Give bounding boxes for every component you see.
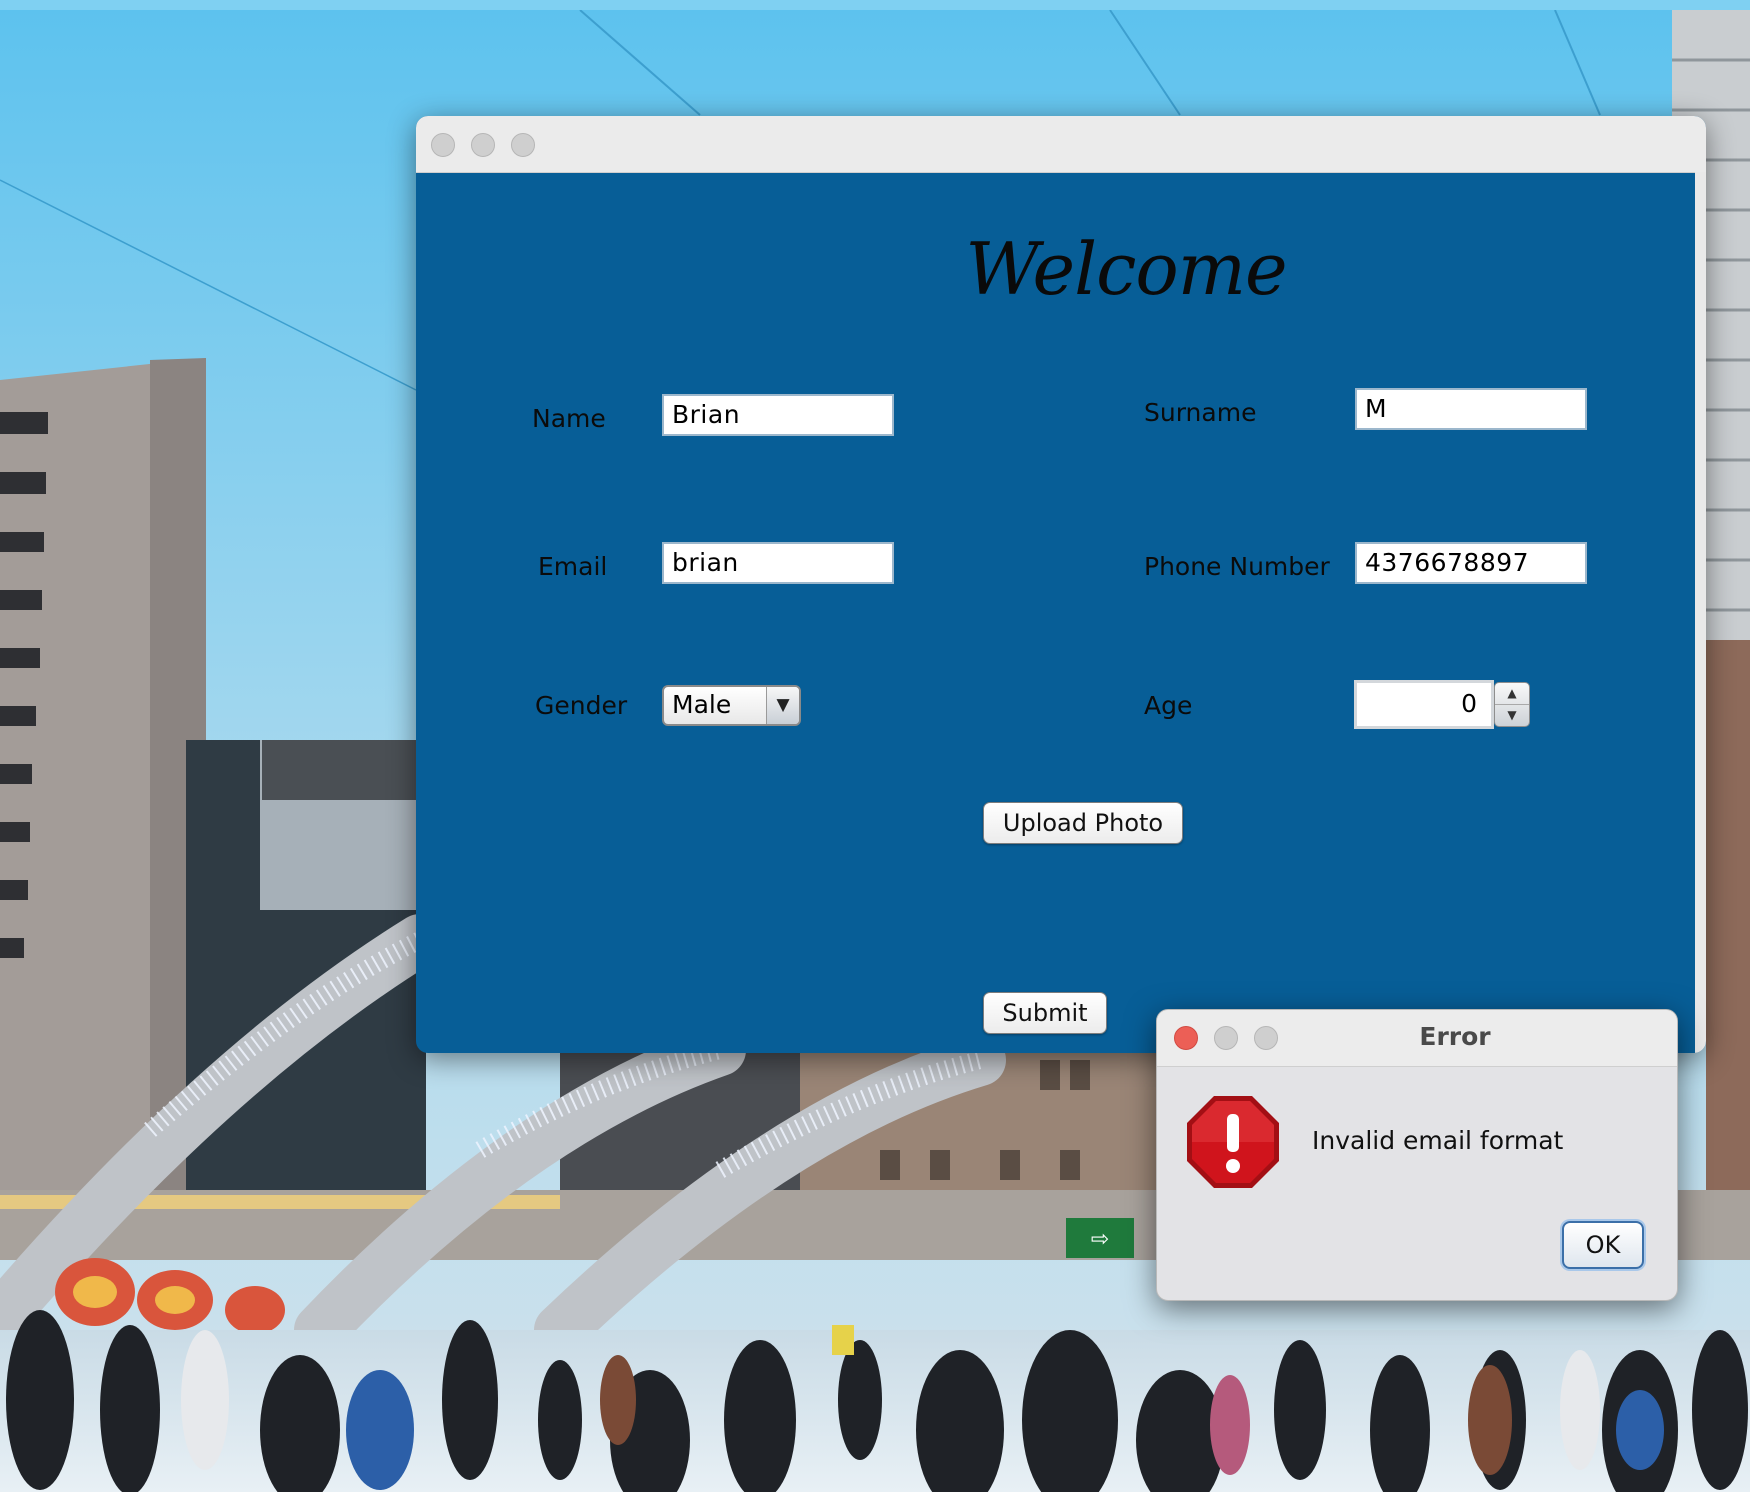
menu-bar-strip — [0, 0, 1750, 10]
dialog-titlebar[interactable]: Error — [1157, 1010, 1677, 1067]
svg-text:⇨: ⇨ — [1091, 1227, 1109, 1252]
window-titlebar[interactable] — [416, 116, 1706, 173]
error-dialog: Error Invalid email format OK — [1156, 1009, 1678, 1301]
surname-input[interactable]: M — [1355, 388, 1587, 430]
registration-window: Welcome Name Brian Surname M Email brian… — [416, 116, 1706, 1053]
name-input[interactable]: Brian — [662, 394, 894, 436]
age-spinner-buttons: ▲ ▼ — [1494, 682, 1530, 727]
dialog-title: Error — [1419, 1022, 1491, 1051]
name-label: Name — [532, 404, 606, 433]
surname-label: Surname — [1144, 398, 1257, 427]
gender-label: Gender — [535, 691, 628, 720]
submit-button[interactable]: Submit — [983, 992, 1107, 1034]
gender-selected-value: Male — [672, 690, 732, 719]
error-message: Invalid email format — [1312, 1126, 1564, 1155]
phone-number-input[interactable]: 4376678897 — [1355, 542, 1587, 584]
spinner-down-icon[interactable]: ▼ — [1495, 705, 1529, 726]
email-label: Email — [538, 552, 608, 581]
welcome-heading: Welcome — [965, 227, 1287, 311]
age-spinner-input[interactable]: 0 — [1354, 680, 1494, 729]
dropdown-arrow-icon[interactable]: ▼ — [766, 687, 799, 724]
email-input[interactable]: brian — [662, 542, 894, 584]
close-window-button[interactable] — [431, 133, 455, 157]
upload-photo-button[interactable]: Upload Photo — [983, 802, 1183, 844]
error-stop-icon — [1187, 1096, 1279, 1188]
minimize-window-button[interactable] — [471, 133, 495, 157]
phone-number-label: Phone Number — [1144, 552, 1330, 581]
age-label: Age — [1144, 691, 1193, 720]
gender-dropdown[interactable]: Male ▼ — [662, 685, 801, 726]
spinner-up-icon[interactable]: ▲ — [1495, 683, 1529, 705]
maximize-window-button[interactable] — [511, 133, 535, 157]
ok-button[interactable]: OK — [1562, 1221, 1644, 1269]
